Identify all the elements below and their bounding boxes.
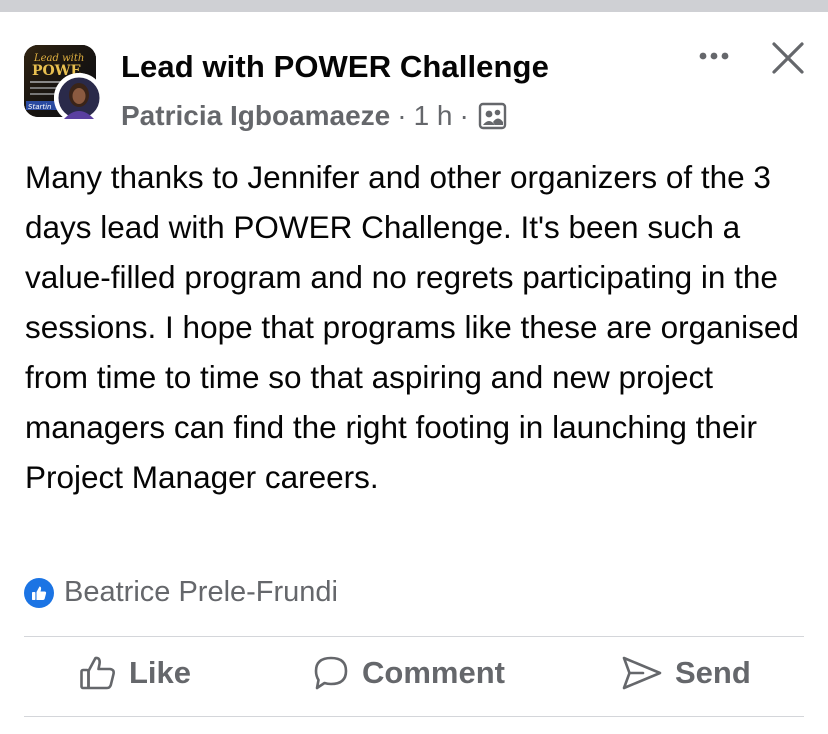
post-meta: Patricia Igboamaeze · 1 h · (121, 100, 508, 132)
divider (24, 716, 804, 717)
like-button[interactable]: Like (79, 654, 191, 692)
post-timestamp[interactable]: 1 h (414, 100, 453, 132)
comment-label: Comment (362, 655, 505, 690)
author-avatar[interactable] (54, 73, 104, 123)
close-button[interactable] (770, 40, 806, 76)
meta-separator: · (397, 100, 407, 131)
post-body: Many thanks to Jennifer and other organi… (25, 159, 799, 495)
like-label: Like (129, 655, 192, 690)
comment-icon (314, 656, 348, 690)
send-label: Send (675, 655, 751, 690)
author-name-link[interactable]: Patricia Igboamaeze (121, 100, 390, 132)
group-name-link[interactable]: Lead with POWER Challenge (121, 49, 549, 85)
send-icon (622, 656, 662, 690)
send-button[interactable]: Send (621, 654, 751, 692)
meta-separator: · (459, 100, 469, 131)
reactions-summary[interactable]: Beatrice Prele-Frundi (24, 576, 338, 609)
divider (24, 636, 804, 637)
more-options-button[interactable] (696, 40, 736, 72)
top-status-bar (0, 0, 828, 12)
author-photo (54, 73, 104, 123)
close-icon (772, 42, 804, 74)
thumbs-up-outline-icon (80, 656, 115, 690)
thumbs-up-icon (24, 577, 54, 608)
logo-text-bottom: Startin (28, 103, 51, 111)
comment-button[interactable]: Comment (312, 654, 505, 692)
reactor-name: Beatrice Prele-Frundi (64, 576, 338, 608)
more-options-icon (699, 52, 729, 60)
group-members-icon (478, 101, 508, 131)
